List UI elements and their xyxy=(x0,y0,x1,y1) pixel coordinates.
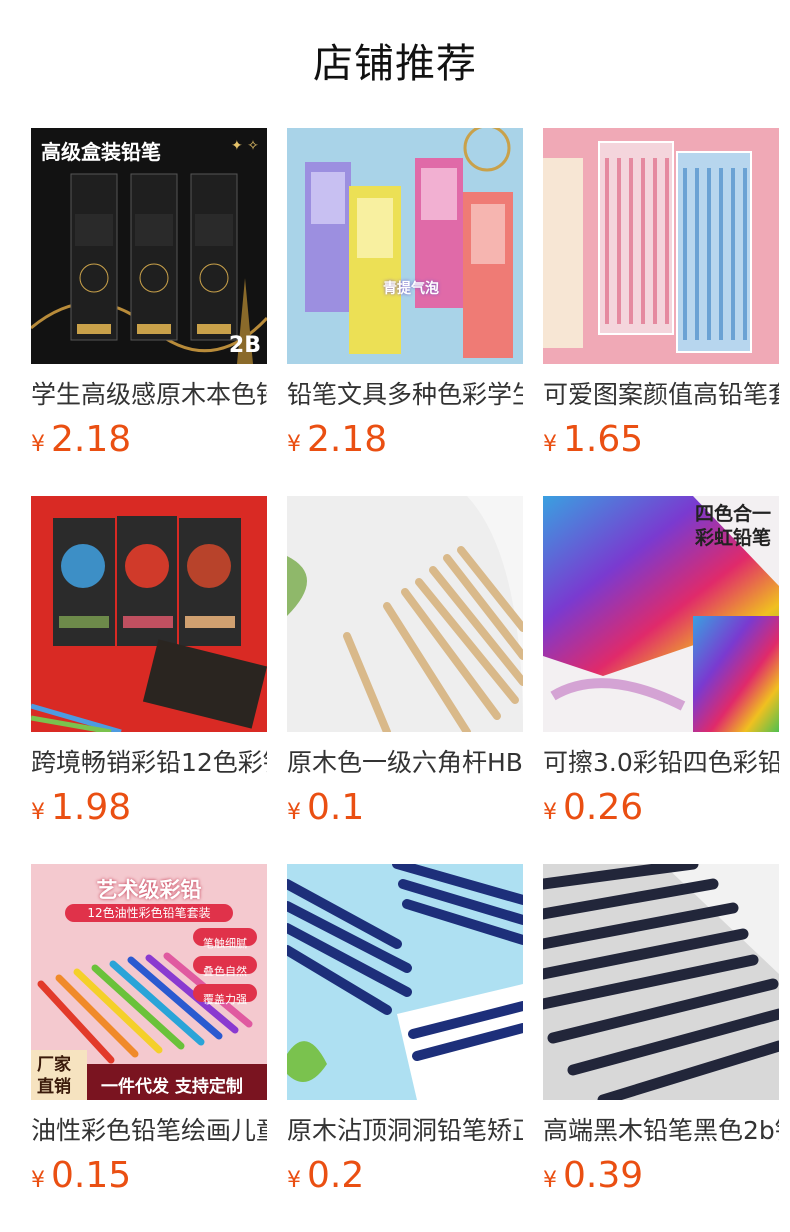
product-name[interactable]: 高端黑木铅笔黑色2b铅笔 xyxy=(543,1114,779,1148)
price-value: 0.39 xyxy=(563,1155,644,1196)
price-value: 1.65 xyxy=(563,419,644,460)
product-image-graphic xyxy=(543,864,779,1100)
product-price: ¥0.26 xyxy=(543,786,779,836)
product-card[interactable]: 原木色一级六角杆HB铅笔 ¥0.1 xyxy=(287,496,523,836)
currency-symbol: ¥ xyxy=(287,1168,301,1193)
currency-symbol: ¥ xyxy=(31,432,45,457)
footer-line: 厂家 xyxy=(37,1055,71,1075)
currency-symbol: ¥ xyxy=(31,800,45,825)
image-overlay-text: 青提气泡 xyxy=(383,281,439,297)
product-image-parrot-colored-pencil-boxes[interactable] xyxy=(31,496,267,732)
image-overlay-text: 艺术级彩铅 xyxy=(96,878,202,902)
product-price: ¥0.1 xyxy=(287,786,523,836)
price-value: 2.18 xyxy=(307,419,388,460)
product-card[interactable]: 可爱图案颜值高铅笔套装 ¥1.65 xyxy=(543,128,779,468)
product-name[interactable]: 油性彩色铅笔绘画儿童 xyxy=(31,1114,267,1148)
product-image-graphic xyxy=(287,128,523,364)
product-price: ¥1.98 xyxy=(31,786,267,836)
product-card[interactable]: 艺术级彩铅 12色油性彩色铅笔套装 笔触细腻 叠色自然 覆盖力强 厂家 直销 一… xyxy=(31,864,267,1204)
product-image-graphic xyxy=(287,864,523,1100)
product-price: ¥0.15 xyxy=(31,1154,267,1204)
image-footer-right: 一件代发 支持定制 xyxy=(101,1077,243,1097)
currency-symbol: ¥ xyxy=(287,432,301,457)
currency-symbol: ¥ xyxy=(543,432,557,457)
image-overlay-text: 四色合一 彩虹铅笔 xyxy=(695,502,771,550)
image-tag: 叠色自然 xyxy=(203,965,247,978)
product-name[interactable]: 原木沾顶洞洞铅笔矫正 xyxy=(287,1114,523,1148)
image-tags: 笔触细腻 叠色自然 覆盖力强 xyxy=(197,930,253,1014)
currency-symbol: ¥ xyxy=(543,1168,557,1193)
page-title: 店铺推荐 xyxy=(313,41,477,87)
currency-symbol: ¥ xyxy=(543,800,557,825)
image-badge: 2B xyxy=(228,333,261,358)
image-subtitle: 12色油性彩色铅笔套装 xyxy=(65,904,233,922)
product-image-blue-dotted-pencils[interactable] xyxy=(287,864,523,1100)
product-image-oil-colored-pencils[interactable]: 艺术级彩铅 12色油性彩色铅笔套装 笔触细腻 叠色自然 覆盖力强 厂家 直销 一… xyxy=(31,864,267,1100)
product-name[interactable]: 可擦3.0彩铅四色彩铅笔 xyxy=(543,746,779,780)
overlay-line: 彩虹铅笔 xyxy=(694,527,771,549)
product-image-black-gold-pencil-boxes[interactable]: ✦ ✧ 高级盒装铅笔 2B xyxy=(31,128,267,364)
product-name[interactable]: 原木色一级六角杆HB铅笔 xyxy=(287,746,523,780)
product-card[interactable]: 四色合一 彩虹铅笔 可擦3.0彩铅四色彩铅笔 ¥0.26 xyxy=(543,496,779,836)
product-name[interactable]: 可爱图案颜值高铅笔套装 xyxy=(543,378,779,412)
product-card[interactable]: 原木沾顶洞洞铅笔矫正 ¥0.2 xyxy=(287,864,523,1204)
overlay-line: 四色合一 xyxy=(694,503,771,525)
product-price: ¥1.65 xyxy=(543,418,779,468)
product-image-cute-pattern-pencils[interactable] xyxy=(543,128,779,364)
price-value: 0.2 xyxy=(307,1155,365,1196)
product-image-rainbow-pencils[interactable]: 四色合一 彩虹铅笔 xyxy=(543,496,779,732)
price-value: 2.18 xyxy=(51,419,132,460)
product-image-graphic xyxy=(31,496,267,732)
currency-symbol: ¥ xyxy=(31,1168,45,1193)
image-tag: 覆盖力强 xyxy=(203,993,247,1006)
product-image-pastel-pencil-boxes[interactable]: 青提气泡 xyxy=(287,128,523,364)
product-card[interactable]: 青提气泡 铅笔文具多种色彩学生 ¥2.18 xyxy=(287,128,523,468)
price-value: 0.1 xyxy=(307,787,365,828)
product-card[interactable]: 高端黑木铅笔黑色2b铅笔 ¥0.39 xyxy=(543,864,779,1204)
image-footer-left: 厂家 直销 xyxy=(37,1054,71,1098)
product-price: ¥2.18 xyxy=(31,418,267,468)
product-card[interactable]: 跨境畅销彩铅12色彩铅 ¥1.98 xyxy=(31,496,267,836)
product-image-graphic xyxy=(287,496,523,732)
price-value: 0.15 xyxy=(51,1155,132,1196)
price-value: 0.26 xyxy=(563,787,644,828)
product-name[interactable]: 铅笔文具多种色彩学生 xyxy=(287,378,523,412)
product-image-black-wood-pencils[interactable] xyxy=(543,864,779,1100)
product-image-natural-wood-pencils[interactable] xyxy=(287,496,523,732)
product-image-graphic xyxy=(543,128,779,364)
product-price: ¥0.2 xyxy=(287,1154,523,1204)
currency-symbol: ¥ xyxy=(287,800,301,825)
product-name[interactable]: 学生高级感原木本色铅笔 xyxy=(31,378,267,412)
product-price: ¥2.18 xyxy=(287,418,523,468)
footer-line: 直销 xyxy=(37,1077,71,1097)
price-value: 1.98 xyxy=(51,787,132,828)
svg-text:✦ ✧: ✦ ✧ xyxy=(231,138,259,154)
image-tag: 笔触细腻 xyxy=(203,937,247,950)
product-card[interactable]: ✦ ✧ 高级盒装铅笔 2B 学生高级感原木本色铅笔 ¥2.18 xyxy=(31,128,267,468)
image-overlay-text: 高级盒装铅笔 xyxy=(41,140,161,164)
product-price: ¥0.39 xyxy=(543,1154,779,1204)
product-name[interactable]: 跨境畅销彩铅12色彩铅 xyxy=(31,746,267,780)
